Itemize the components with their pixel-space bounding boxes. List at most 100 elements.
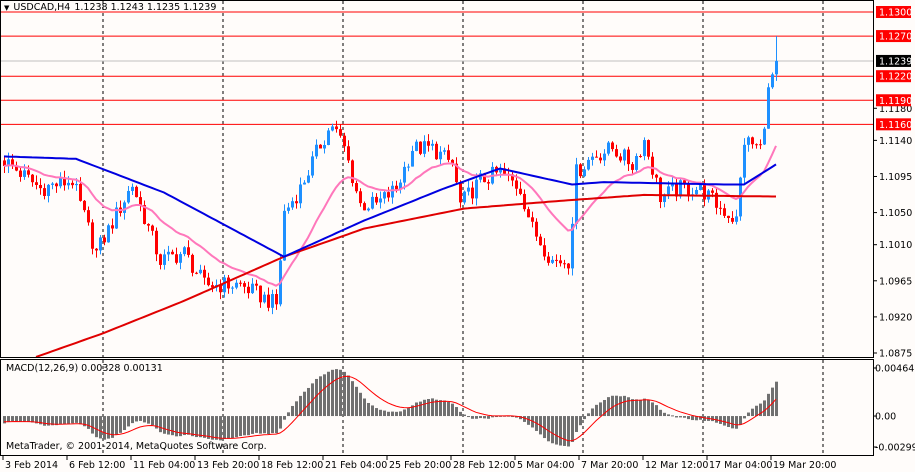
candle: [255, 279, 258, 291]
candle: [311, 151, 314, 178]
macd-bar: [27, 416, 30, 422]
macd-bar: [627, 397, 630, 417]
macd-bar: [279, 416, 282, 429]
macd-bar: [283, 416, 286, 420]
macd-bar: [647, 399, 650, 417]
candle-body: [775, 60, 778, 75]
macd-bar: [199, 416, 202, 438]
candle: [275, 289, 278, 310]
horizontal-levels[interactable]: [0, 11, 873, 125]
candle: [655, 173, 658, 184]
candle: [119, 200, 122, 217]
macd-bar: [475, 416, 478, 419]
macd-bar: [467, 416, 470, 418]
macd-bar: [559, 416, 562, 446]
macd-bar: [735, 416, 738, 429]
candle-body: [427, 141, 430, 146]
candle: [675, 177, 678, 202]
candle: [735, 209, 738, 225]
candle: [767, 83, 770, 129]
price-axis[interactable]: 1.11801.11401.10951.10501.10101.09651.09…: [874, 6, 915, 454]
price-tick-label: 1.1095: [879, 172, 912, 183]
candle-body: [563, 263, 566, 265]
macd-bar: [587, 413, 590, 417]
macd-bar: [579, 416, 582, 426]
candle: [263, 291, 266, 304]
macd-bar: [171, 416, 174, 436]
candle-body: [607, 142, 610, 154]
candle-body: [223, 277, 226, 293]
candle: [619, 153, 622, 163]
macd-bar: [659, 409, 662, 417]
candle: [207, 272, 210, 287]
macd-bar: [235, 416, 238, 438]
macd-bar: [747, 412, 750, 417]
price-chart[interactable]: 1.11801.11401.10951.10501.10101.09651.09…: [0, 0, 915, 472]
macd-bar: [71, 416, 74, 424]
price-tick-label: 1.0920: [879, 312, 912, 323]
candle: [31, 174, 34, 187]
candle: [471, 181, 474, 205]
candle-body: [359, 191, 362, 204]
price-tick-label: 1.0965: [879, 276, 912, 287]
macd-bar: [347, 375, 350, 417]
macd-bar: [215, 416, 218, 440]
macd-bar: [75, 416, 78, 423]
dropdown-triangle-icon[interactable]: ▼: [4, 4, 9, 12]
macd-bar: [115, 416, 118, 435]
candle: [603, 149, 606, 167]
macd-tick-label: -0.00299: [875, 443, 915, 454]
macd-bar: [567, 416, 570, 447]
candle: [559, 254, 562, 267]
candle: [435, 141, 438, 160]
candle: [527, 206, 530, 218]
macd-bar: [767, 393, 770, 417]
candle-body: [195, 272, 198, 274]
candle-body: [139, 197, 142, 206]
candle-body: [531, 217, 534, 222]
candle-body: [515, 180, 518, 189]
candle: [243, 281, 246, 294]
candle-body: [567, 263, 570, 269]
time-axis[interactable]: 3 Feb 2014 6 Feb 12:00 11 Feb 04:00 13 Feb …: [2, 456, 836, 471]
candle: [695, 186, 698, 196]
candle: [423, 135, 426, 158]
candle-body: [635, 156, 638, 170]
macd-bar: [19, 416, 22, 422]
candle: [659, 176, 662, 209]
macd-bar: [243, 416, 246, 436]
candle-body: [695, 189, 698, 195]
candle-body: [335, 126, 338, 130]
candle-body: [403, 166, 406, 183]
macd-bar: [427, 398, 430, 417]
candle: [747, 135, 750, 152]
candle: [91, 219, 94, 255]
candle: [251, 278, 254, 294]
candle-body: [459, 182, 462, 203]
candle: [187, 240, 190, 258]
macd-bar: [651, 402, 654, 417]
candle: [563, 259, 566, 269]
candle-body: [351, 160, 354, 184]
candle: [167, 245, 170, 262]
candle-body: [687, 184, 690, 196]
macd-bar: [103, 416, 106, 440]
macd-bar: [635, 399, 638, 417]
macd-bar: [611, 395, 614, 417]
candle-body: [591, 156, 594, 160]
macd-bar: [683, 416, 686, 418]
ma-slow-line: [35, 193, 776, 358]
candle: [43, 183, 46, 200]
candle: [39, 178, 42, 195]
macd-bar: [223, 416, 226, 439]
candle-body: [251, 283, 254, 294]
macd-bar: [359, 392, 362, 417]
candle-body: [407, 166, 410, 168]
macd-bar: [95, 416, 98, 438]
macd-indicator: [3, 369, 778, 447]
candle-body: [747, 137, 750, 145]
candle-body: [243, 283, 246, 287]
macd-bar: [595, 404, 598, 417]
macd-bar: [3, 416, 6, 424]
macd-bar: [231, 416, 234, 439]
